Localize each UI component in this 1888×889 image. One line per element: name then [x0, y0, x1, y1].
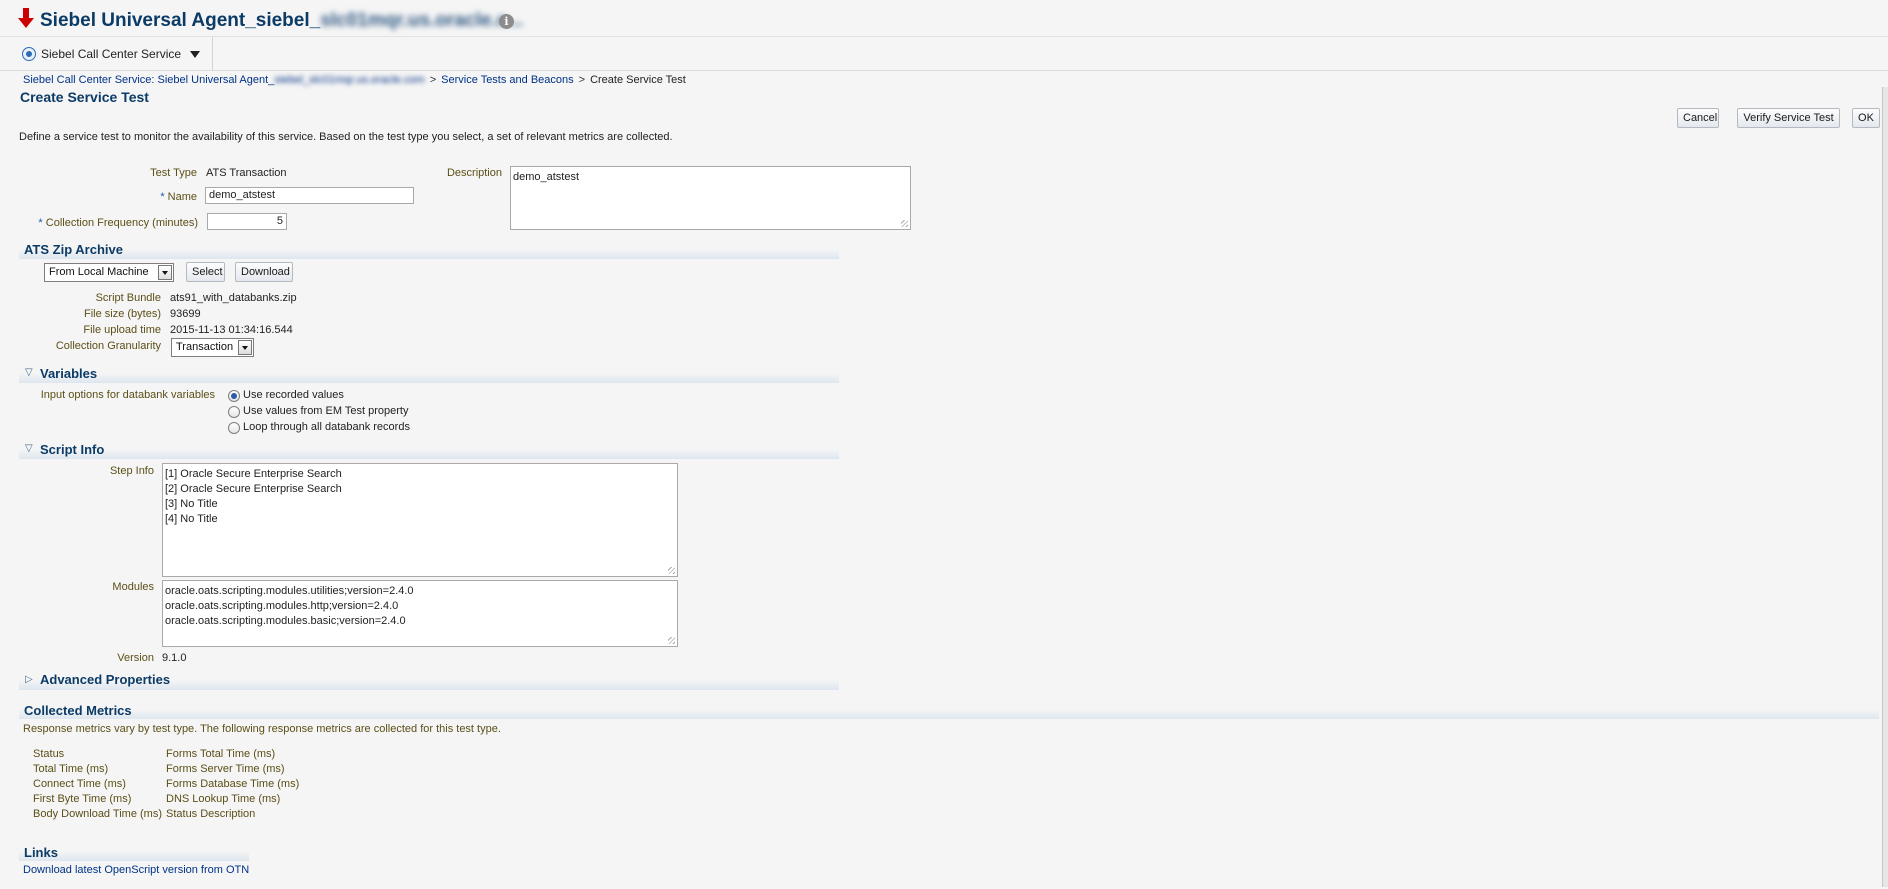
collection-granularity-value: Transaction	[176, 341, 234, 353]
step-info-label: Step Info	[109, 465, 154, 477]
breadcrumb-separator: >	[429, 74, 437, 86]
metric-item: Connect Time (ms)	[33, 778, 126, 790]
advanced-section-title[interactable]: Advanced Properties	[40, 672, 170, 687]
zip-source-select[interactable]: From Local Machine	[44, 263, 174, 282]
frequency-input[interactable]: 5	[207, 213, 287, 230]
step-info-textarea[interactable]: [1] Oracle Secure Enterprise Search [2] …	[162, 463, 678, 577]
radio-label-loop-databank[interactable]: Loop through all databank records	[243, 421, 410, 433]
metric-item: Status Description	[166, 808, 256, 820]
script-bundle-value: ats91_with_databanks.zip	[170, 292, 297, 304]
breadcrumb-service-link[interactable]: Siebel Call Center Service: Siebel Unive…	[23, 74, 425, 86]
metric-item: DNS Lookup Time (ms)	[166, 793, 281, 805]
info-icon[interactable]: i	[499, 14, 514, 29]
breadcrumb-separator: >	[578, 74, 586, 86]
resize-grip-icon[interactable]	[668, 637, 675, 644]
description-label: Description	[446, 167, 502, 179]
description-textarea[interactable]: demo_atstest	[510, 166, 911, 230]
script-info-section-header	[19, 437, 839, 459]
metric-item: First Byte Time (ms)	[33, 793, 132, 805]
zip-section-title: ATS Zip Archive	[24, 242, 123, 257]
select-button[interactable]: Select	[186, 262, 225, 282]
collected-metrics-header	[19, 697, 1879, 719]
collection-granularity-select[interactable]: Transaction	[171, 338, 254, 357]
page-title: Siebel Universal Agent_siebel_slc01mqr.u…	[40, 10, 523, 32]
cancel-button[interactable]: Cancel	[1677, 108, 1719, 128]
name-input[interactable]: demo_atstest	[205, 187, 414, 204]
vertical-scrollbar[interactable]	[1882, 87, 1888, 887]
metric-item: Total Time (ms)	[33, 763, 109, 775]
resize-grip-icon[interactable]	[901, 220, 908, 227]
module-line: oracle.oats.scripting.modules.basic;vers…	[165, 615, 406, 627]
version-label: Version	[117, 652, 154, 664]
metric-item: Status	[33, 748, 65, 760]
chevron-down-icon[interactable]	[190, 51, 200, 58]
section-page-title: Create Service Test	[20, 89, 149, 105]
required-mark: *	[160, 191, 165, 203]
module-line: oracle.oats.scripting.modules.http;versi…	[165, 600, 399, 612]
page-description: Define a service test to monitor the ava…	[19, 131, 673, 143]
step-info-line: [3] No Title	[165, 498, 218, 510]
databank-input-label: Input options for databank variables	[40, 389, 215, 401]
collection-granularity-label: Collection Granularity	[55, 340, 161, 352]
metric-item: Body Download Time (ms)	[33, 808, 162, 820]
frequency-label: * Collection Frequency (minutes)	[20, 217, 198, 229]
file-upload-time-value: 2015-11-13 01:34:16.544	[170, 324, 293, 336]
breadcrumb: Siebel Call Center Service: Siebel Unive…	[23, 74, 686, 86]
modules-label: Modules	[112, 581, 154, 593]
variables-section-title[interactable]: Variables	[40, 366, 97, 381]
required-mark: *	[38, 217, 43, 229]
service-target-icon	[22, 47, 36, 61]
collected-metrics-note: Response metrics vary by test type. The …	[23, 723, 501, 735]
radio-use-recorded-values[interactable]	[228, 390, 240, 402]
step-info-line: [2] Oracle Secure Enterprise Search	[165, 483, 342, 495]
metric-item: Forms Database Time (ms)	[166, 778, 300, 790]
file-size-value: 93699	[170, 308, 201, 320]
ok-button[interactable]: OK	[1852, 108, 1880, 128]
zip-section-header	[19, 237, 839, 259]
breadcrumb-current: Create Service Test	[590, 74, 686, 86]
metric-item: Forms Server Time (ms)	[166, 763, 285, 775]
collected-metrics-title: Collected Metrics	[24, 703, 132, 718]
target-menu-bar	[0, 37, 1888, 71]
radio-label-use-em-test-property[interactable]: Use values from EM Test property	[243, 405, 408, 417]
download-button[interactable]: Download	[235, 262, 293, 282]
collapse-triangle-icon[interactable]: ▽	[25, 443, 33, 454]
metric-item: Forms Total Time (ms)	[166, 748, 276, 760]
test-type-value: ATS Transaction	[206, 167, 287, 179]
module-line: oracle.oats.scripting.modules.utilities;…	[165, 585, 414, 597]
target-menu-label[interactable]: Siebel Call Center Service	[41, 47, 181, 61]
name-label: * Name	[100, 191, 197, 203]
modules-textarea[interactable]: oracle.oats.scripting.modules.utilities;…	[162, 580, 678, 647]
page-title-redacted: slc01mqr.us.oracle.c...	[320, 10, 523, 31]
frequency-label-text: Collection Frequency (minutes)	[45, 217, 198, 229]
radio-label-use-recorded-values[interactable]: Use recorded values	[243, 389, 344, 401]
test-type-label: Test Type	[150, 167, 197, 179]
download-openscript-link[interactable]: Download latest OpenScript version from …	[23, 864, 249, 876]
step-info-line: [4] No Title	[165, 513, 218, 525]
dropdown-arrow-icon[interactable]	[158, 265, 172, 280]
zip-source-value: From Local Machine	[49, 266, 149, 278]
links-section-title: Links	[24, 845, 58, 860]
radio-loop-databank[interactable]	[228, 422, 240, 434]
radio-use-em-test-property[interactable]	[228, 406, 240, 418]
resize-grip-icon[interactable]	[668, 567, 675, 574]
collapse-triangle-icon[interactable]: ▽	[25, 367, 33, 378]
verify-service-test-button[interactable]: Verify Service Test	[1737, 108, 1840, 128]
expand-triangle-icon[interactable]: ▷	[25, 674, 33, 685]
script-info-section-title[interactable]: Script Info	[40, 442, 104, 457]
breadcrumb-tests-link[interactable]: Service Tests and Beacons	[441, 74, 573, 86]
version-value: 9.1.0	[162, 652, 187, 664]
page-title-text: Siebel Universal Agent_siebel_	[40, 10, 321, 31]
script-bundle-label: Script Bundle	[95, 292, 161, 304]
name-label-text: Name	[167, 191, 197, 203]
step-info-line: [1] Oracle Secure Enterprise Search	[165, 468, 342, 480]
file-upload-time-label: File upload time	[83, 324, 161, 336]
breadcrumb-service-redacted: siebel_slc01mqr.us.oracle.com	[274, 74, 425, 86]
target-down-status-icon	[18, 8, 34, 28]
variables-section-header	[19, 361, 839, 383]
description-value: demo_atstest	[513, 171, 580, 183]
dropdown-arrow-icon[interactable]	[238, 340, 252, 355]
file-size-label: File size (bytes)	[83, 308, 161, 320]
breadcrumb-service-text: Siebel Call Center Service: Siebel Unive…	[23, 74, 275, 86]
